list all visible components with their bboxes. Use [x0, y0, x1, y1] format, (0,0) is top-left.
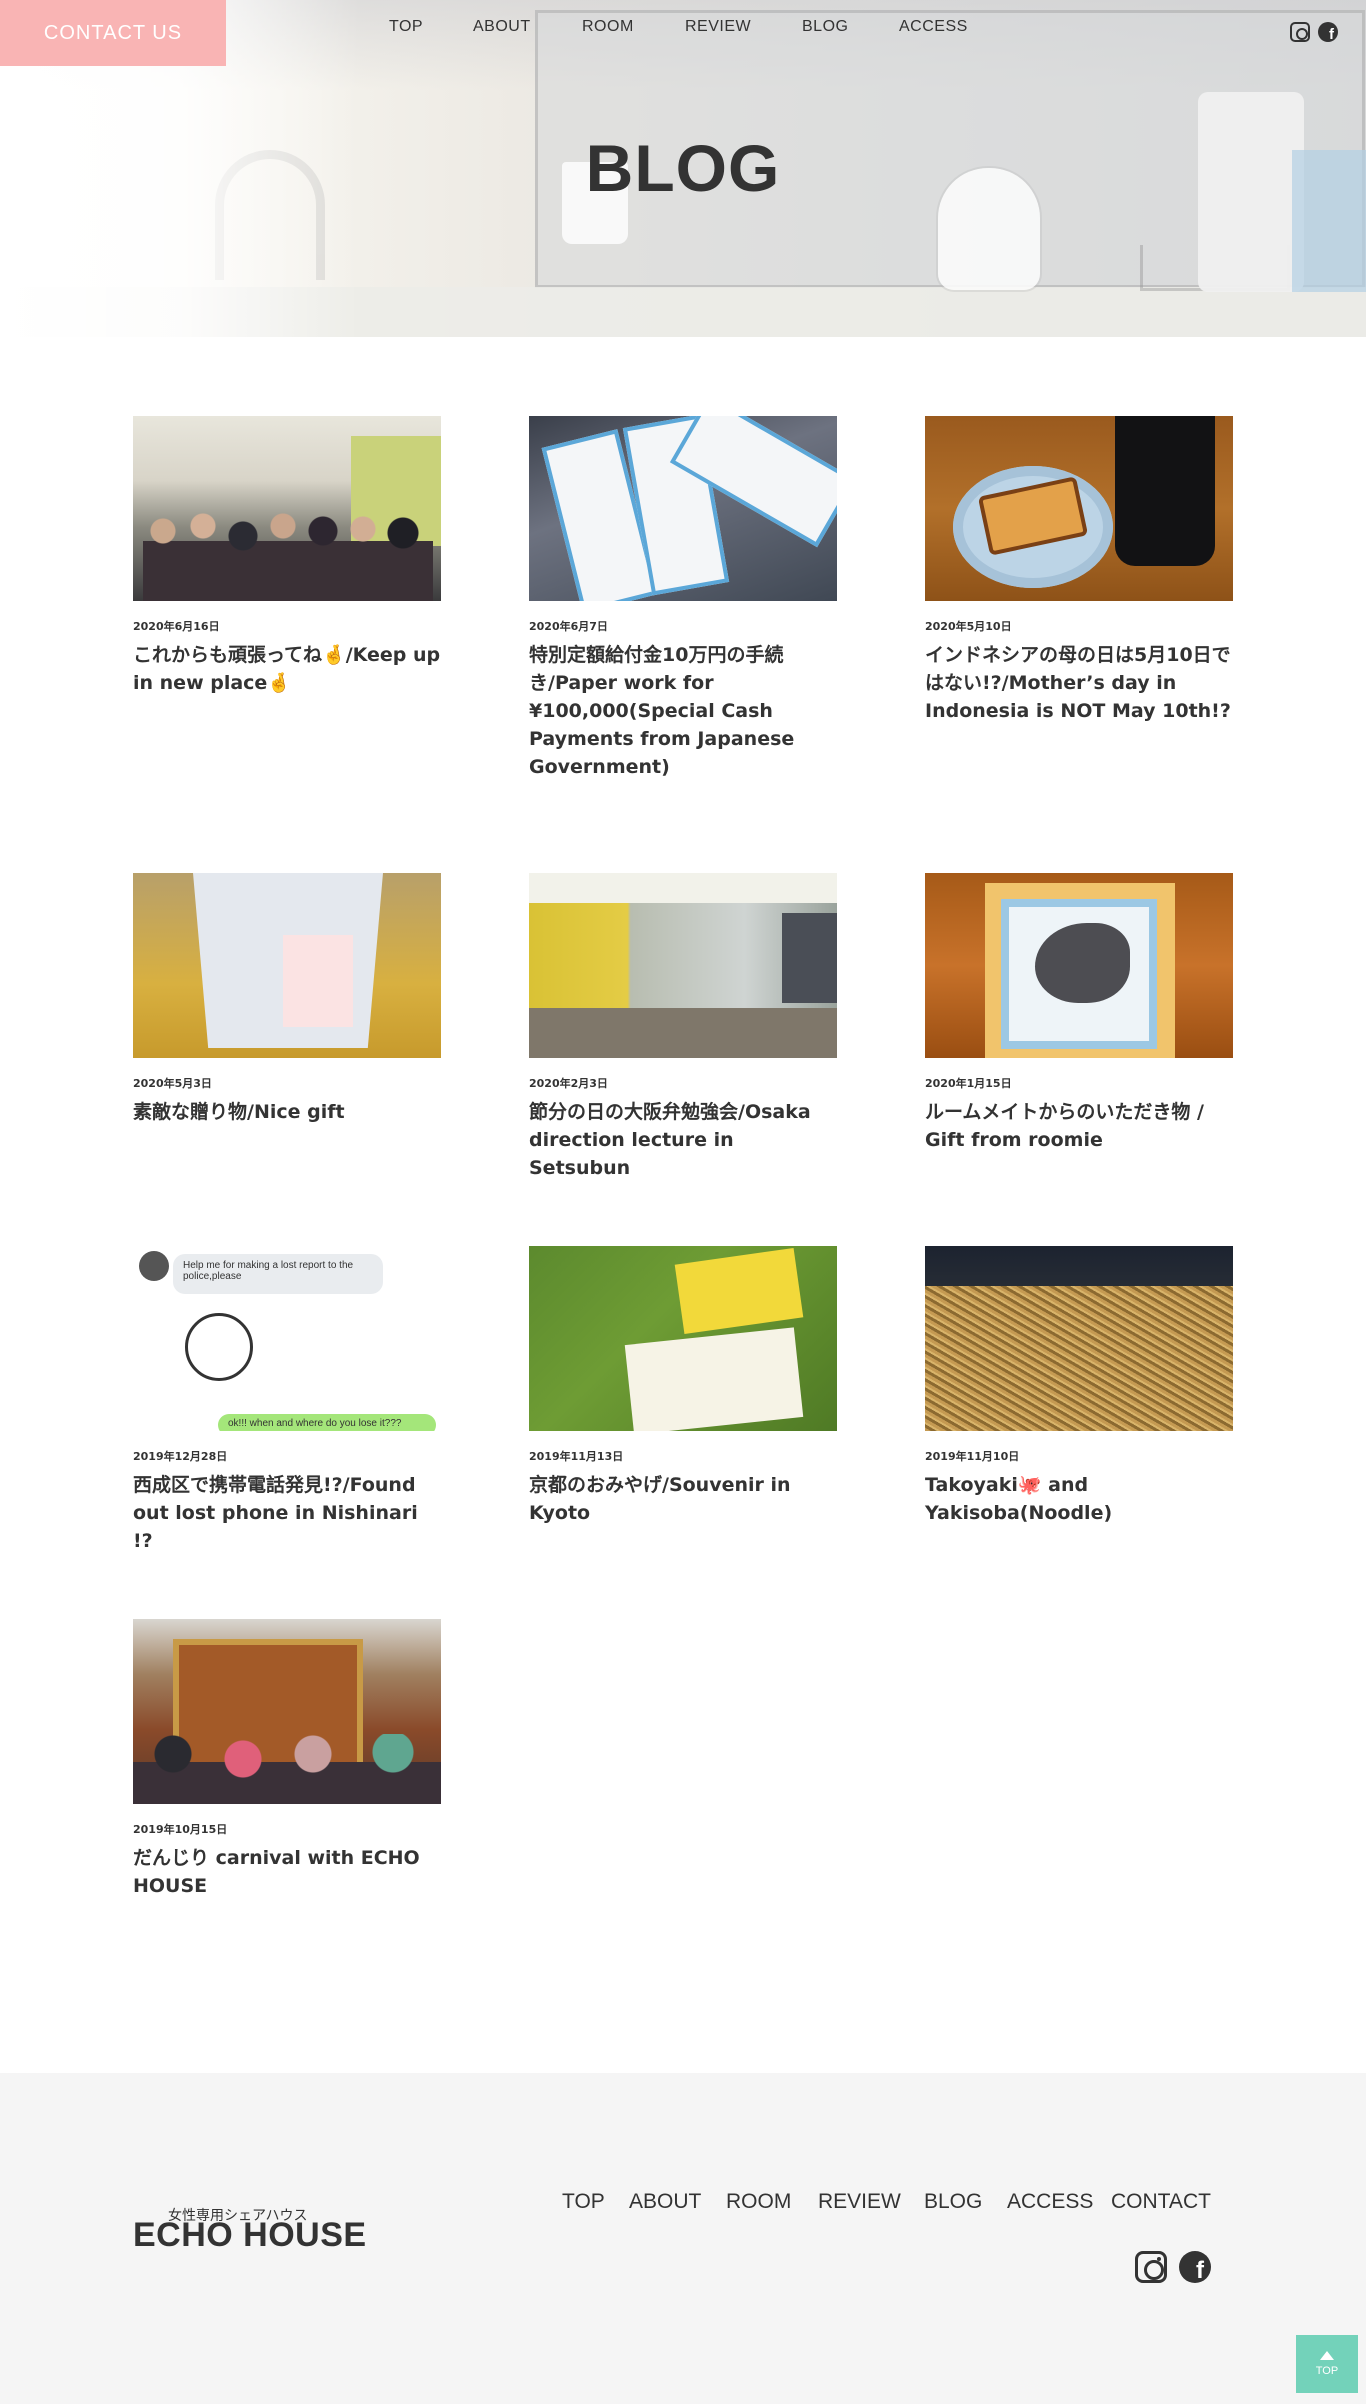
nav-top[interactable]: TOP	[389, 18, 423, 36]
post-card[interactable]: Help me for making a lost report to the …	[133, 1246, 443, 1555]
post-card[interactable]: 2019年11月10日 Takoyaki🐙 and Yakisoba(Noodl…	[925, 1246, 1235, 1527]
header-social: f	[1290, 22, 1338, 42]
post-date: 2020年5月3日	[133, 1077, 212, 1090]
thumb-package-label	[674, 1247, 804, 1335]
post-card[interactable]: 2019年10月15日 だんじり carnival with ECHO HOUS…	[133, 1619, 443, 1900]
post-thumbnail[interactable]	[133, 416, 441, 601]
post-date: 2019年11月13日	[529, 1450, 624, 1463]
post-title[interactable]: 素敵な贈り物/Nice gift	[133, 1098, 441, 1126]
chat-avatar	[139, 1251, 169, 1281]
post-date: 2020年6月16日	[133, 620, 220, 633]
thumb-floor	[529, 1008, 837, 1058]
chat-bubble: ok!!! when and where do you lose it???	[218, 1414, 436, 1431]
nav-room[interactable]: ROOM	[582, 18, 634, 36]
post-card[interactable]: 2020年5月3日 素敵な贈り物/Nice gift	[133, 873, 443, 1126]
back-to-top-button[interactable]: TOP	[1296, 2335, 1358, 2393]
post-date: 2020年2月3日	[529, 1077, 608, 1090]
facebook-icon[interactable]: f	[1179, 2251, 1211, 2283]
thumb-yakisoba	[925, 1286, 1233, 1431]
post-card[interactable]: 2020年6月7日 特別定額給付金10万円の手続き/Paper work for…	[529, 416, 839, 781]
footer-nav-access[interactable]: ACCESS	[1007, 2190, 1093, 2214]
post-date: 2019年11月10日	[925, 1450, 1020, 1463]
post-card[interactable]: 2020年1月15日 ルームメイトからのいただき物 / Gift from ro…	[925, 873, 1235, 1154]
post-title[interactable]: だんじり carnival with ECHO HOUSE	[133, 1844, 441, 1900]
back-to-top-label: TOP	[1315, 2365, 1339, 2377]
footer-nav-review[interactable]: REVIEW	[818, 2190, 901, 2214]
footer-social: f	[1135, 2251, 1211, 2283]
post-thumbnail[interactable]	[529, 1246, 837, 1431]
post-thumbnail[interactable]	[133, 1619, 441, 1804]
nav-access[interactable]: ACCESS	[899, 18, 968, 36]
post-date: 2020年6月7日	[529, 620, 608, 633]
instagram-icon[interactable]	[1135, 2251, 1167, 2283]
thumb-group-photo	[143, 501, 433, 601]
footer-nav: TOP ABOUT ROOM REVIEW BLOG ACCESS CONTAC…	[0, 2190, 1366, 2220]
post-title[interactable]: Takoyaki🐙 and Yakisoba(Noodle)	[925, 1471, 1233, 1527]
thumb-crowd	[133, 1734, 441, 1804]
post-card[interactable]: 2020年6月16日 これからも頑張ってね🤞/Keep up in new pl…	[133, 416, 443, 697]
post-thumbnail[interactable]	[529, 873, 837, 1058]
footer-nav-contact[interactable]: CONTACT	[1111, 2190, 1211, 2214]
page-title: BLOG	[585, 131, 781, 205]
nav-review[interactable]: REVIEW	[685, 18, 751, 36]
post-title[interactable]: 京都のおみやげ/Souvenir in Kyoto	[529, 1471, 837, 1527]
footer-nav-blog[interactable]: BLOG	[924, 2190, 982, 2214]
footer-logo[interactable]: ECHO HOUSE	[133, 2216, 367, 2255]
post-card[interactable]: 2020年5月10日 インドネシアの母の日は5月10日ではない!?/Mother…	[925, 416, 1235, 725]
post-title[interactable]: 節分の日の大阪弁勉強会/Osaka direction lecture in S…	[529, 1098, 837, 1182]
post-title[interactable]: 特別定額給付金10万円の手続き/Paper work for ¥100,000(…	[529, 641, 837, 781]
footer-nav-about[interactable]: ABOUT	[629, 2190, 701, 2214]
post-thumbnail[interactable]	[925, 873, 1233, 1058]
chat-bubble: Help me for making a lost report to the …	[173, 1254, 383, 1294]
post-title[interactable]: ルームメイトからのいただき物 / Gift from roomie	[925, 1098, 1233, 1154]
post-thumbnail[interactable]	[925, 1246, 1233, 1431]
arrow-up-icon	[1320, 2351, 1334, 2360]
thumb-ceiling	[529, 873, 837, 903]
footer-nav-top[interactable]: TOP	[562, 2190, 605, 2214]
thumb-window	[782, 913, 837, 1003]
post-thumbnail[interactable]: Help me for making a lost report to the …	[133, 1246, 441, 1431]
post-thumbnail[interactable]	[925, 416, 1233, 601]
post-title[interactable]: 西成区で携帯電話発見!?/Found out lost phone in Nis…	[133, 1471, 441, 1555]
sad-face-icon	[185, 1313, 253, 1381]
post-title[interactable]: これからも頑張ってね🤞/Keep up in new place🤞	[133, 641, 441, 697]
thumb-note	[283, 935, 353, 1027]
post-date: 2019年10月15日	[133, 1823, 228, 1836]
post-date: 2020年5月10日	[925, 620, 1012, 633]
thumb-mug	[1115, 416, 1215, 566]
post-date: 2020年1月15日	[925, 1077, 1012, 1090]
nav-blog[interactable]: BLOG	[802, 18, 848, 36]
thumb-eagle	[1035, 923, 1130, 1003]
post-date: 2019年12月28日	[133, 1450, 228, 1463]
thumb-letter	[624, 1327, 804, 1431]
top-nav: TOP ABOUT ROOM REVIEW BLOG ACCESS	[0, 18, 1366, 42]
nav-about[interactable]: ABOUT	[473, 18, 531, 36]
post-title[interactable]: インドネシアの母の日は5月10日ではない!?/Mother’s day in I…	[925, 641, 1233, 725]
instagram-icon[interactable]	[1290, 22, 1310, 42]
post-card[interactable]: 2019年11月13日 京都のおみやげ/Souvenir in Kyoto	[529, 1246, 839, 1527]
facebook-icon[interactable]: f	[1318, 22, 1338, 42]
post-card[interactable]: 2020年2月3日 節分の日の大阪弁勉強会/Osaka direction le…	[529, 873, 839, 1182]
post-thumbnail[interactable]	[529, 416, 837, 601]
footer-nav-room[interactable]: ROOM	[726, 2190, 791, 2214]
post-thumbnail[interactable]	[133, 873, 441, 1058]
